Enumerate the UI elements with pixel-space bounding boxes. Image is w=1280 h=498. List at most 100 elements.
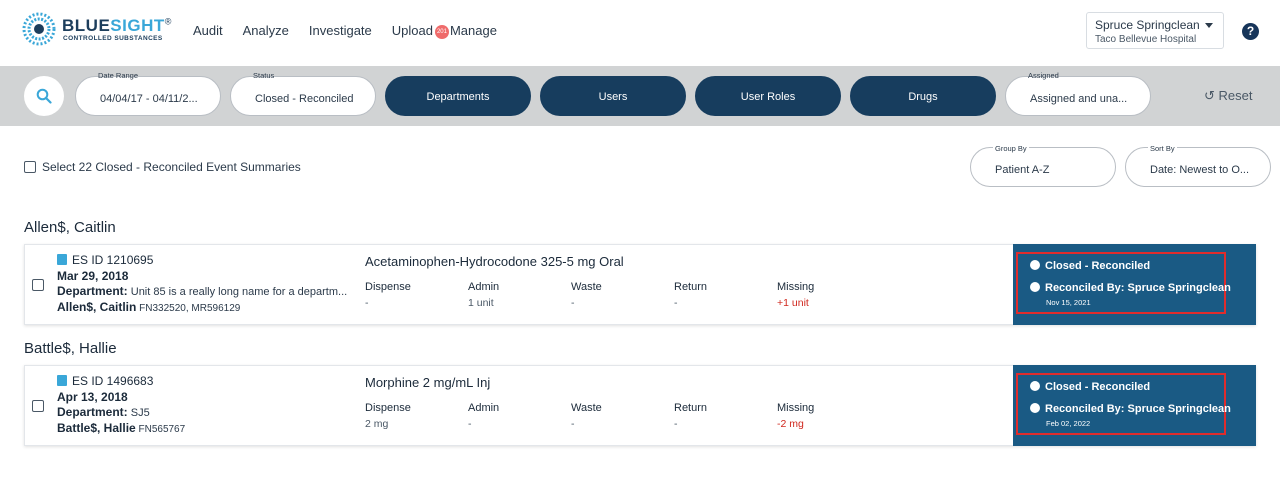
- main-nav: Audit Analyze Investigate Upload 201 Mana…: [193, 23, 517, 41]
- waste-value: -: [571, 297, 575, 309]
- return-value: -: [674, 297, 678, 309]
- chevron-down-icon: [1205, 23, 1213, 28]
- event-summary-card[interactable]: ES ID 1496683 Apr 13, 2018 Department: S…: [24, 365, 1256, 446]
- dispense-value: -: [365, 297, 369, 309]
- waste-column: Waste -: [571, 402, 602, 430]
- status-panel: Closed - Reconciled Reconciled By: Spruc…: [1013, 244, 1256, 325]
- notification-badge: 201: [434, 25, 449, 39]
- search-button[interactable]: [24, 76, 64, 116]
- assigned-value: Assigned and una...: [1030, 93, 1128, 105]
- group-heading: Allen$, Caitlin: [24, 219, 116, 236]
- waste-header: Waste: [571, 281, 602, 293]
- drugs-filter[interactable]: Drugs: [850, 76, 996, 116]
- reconciled-by: Reconciled By: Spruce Springclean: [1030, 282, 1231, 294]
- patient-name: Battle$, Hallie: [57, 421, 136, 435]
- user-roles-label: User Roles: [740, 91, 796, 103]
- logo-icon: [22, 12, 56, 46]
- filter-bar: Date Range 04/04/17 - 04/11/2... Status …: [0, 66, 1280, 126]
- nav-investigate[interactable]: Investigate: [309, 23, 372, 41]
- check-circle-icon: [1030, 260, 1040, 270]
- brand-name: BLUESIGHT®: [62, 16, 172, 35]
- patient: Allen$, Caitlin FN332520, MR596129: [57, 300, 240, 314]
- drug-name: Acetaminophen-Hydrocodone 325-5 mg Oral: [365, 254, 624, 269]
- row-checkbox[interactable]: [32, 279, 44, 291]
- select-all-checkbox[interactable]: [24, 161, 36, 173]
- help-icon[interactable]: ?: [1242, 23, 1259, 40]
- event-date: Apr 13, 2018: [57, 390, 128, 404]
- user-name: Spruce Springclean: [1095, 18, 1200, 32]
- assigned-filter[interactable]: Assigned Assigned and una...: [1005, 71, 1151, 116]
- es-id[interactable]: ES ID 1496683: [57, 374, 153, 388]
- sort-by-dropdown[interactable]: Sort By Date: Newest to O...: [1125, 144, 1271, 187]
- es-id-label: ES ID 1210695: [72, 253, 154, 267]
- return-value: -: [674, 418, 678, 430]
- admin-header: Admin: [468, 402, 500, 414]
- date-range-filter[interactable]: Date Range 04/04/17 - 04/11/2...: [75, 71, 221, 116]
- return-column: Return -: [674, 281, 707, 309]
- admin-value: 1 unit: [468, 297, 494, 309]
- missing-header: Missing: [777, 281, 815, 293]
- es-id-label: ES ID 1496683: [72, 374, 154, 388]
- top-header: BLUESIGHT® CONTROLLED SUBSTANCES Audit A…: [0, 0, 1280, 66]
- admin-value: -: [468, 418, 472, 430]
- admin-header: Admin: [468, 281, 500, 293]
- dispense-column: Dispense 2 mg: [365, 402, 411, 430]
- patient-name: Allen$, Caitlin: [57, 300, 137, 314]
- user-selector[interactable]: Spruce Springclean Taco Bellevue Hospita…: [1086, 12, 1224, 49]
- bluesight-logo[interactable]: BLUESIGHT® CONTROLLED SUBSTANCES: [22, 12, 182, 52]
- hospital-name: Taco Bellevue Hospital: [1095, 34, 1197, 45]
- missing-value: +1 unit: [777, 297, 809, 309]
- group-by-label: Group By: [993, 144, 1029, 153]
- department-value: Unit 85 is a really long name for a depa…: [130, 286, 348, 298]
- group-by-dropdown[interactable]: Group By Patient A-Z: [970, 144, 1116, 187]
- row-checkbox[interactable]: [32, 400, 44, 412]
- missing-header: Missing: [777, 402, 815, 414]
- nav-analyze[interactable]: Analyze: [243, 23, 289, 41]
- document-icon: [57, 375, 67, 386]
- waste-column: Waste -: [571, 281, 602, 309]
- group-by-value: Patient A-Z: [995, 164, 1050, 176]
- waste-header: Waste: [571, 402, 602, 414]
- users-filter[interactable]: Users: [540, 76, 686, 116]
- nav-upload[interactable]: Upload 201: [392, 23, 450, 41]
- nav-audit[interactable]: Audit: [193, 23, 223, 41]
- patient-ids: FN332520, MR596129: [139, 303, 241, 314]
- drug-name: Morphine 2 mg/mL Inj: [365, 375, 491, 390]
- event-summary-card[interactable]: ES ID 1210695 Mar 29, 2018 Department: U…: [24, 244, 1256, 325]
- brand-subtitle: CONTROLLED SUBSTANCES: [63, 35, 163, 42]
- event-date: Mar 29, 2018: [57, 269, 129, 283]
- departments-filter[interactable]: Departments: [385, 76, 531, 116]
- patient: Battle$, Hallie FN565767: [57, 421, 185, 435]
- waste-value: -: [571, 418, 575, 430]
- dispense-column: Dispense -: [365, 281, 411, 309]
- status-value: Closed - Reconciled: [255, 93, 354, 105]
- drugs-label: Drugs: [908, 91, 938, 103]
- status-label: Closed - Reconciled: [1045, 260, 1151, 272]
- es-id[interactable]: ES ID 1210695: [57, 253, 153, 267]
- return-header: Return: [674, 281, 708, 293]
- return-column: Return -: [674, 402, 707, 430]
- reconciled-date: Nov 15, 2021: [1046, 298, 1091, 307]
- reconciled-by-label: Reconciled By: Spruce Springclean: [1045, 403, 1231, 415]
- check-circle-icon: [1030, 381, 1040, 391]
- document-icon: [57, 254, 67, 265]
- reset-button[interactable]: ↺ Reset: [1204, 88, 1253, 104]
- sort-by-label: Sort By: [1148, 144, 1177, 153]
- user-roles-filter[interactable]: User Roles: [695, 76, 841, 116]
- status-label: Status: [253, 71, 275, 80]
- nav-manage[interactable]: Manage: [450, 23, 497, 41]
- departments-label: Departments: [426, 91, 490, 103]
- group-heading: Battle$, Hallie: [24, 340, 117, 357]
- select-all-label: Select 22 Closed - Reconciled Event Summ…: [42, 160, 301, 174]
- assigned-label: Assigned: [1028, 71, 1059, 80]
- patient-ids: FN565767: [138, 424, 186, 435]
- missing-value: -2 mg: [777, 418, 804, 430]
- status-label: Closed - Reconciled: [1045, 381, 1151, 393]
- status-filter[interactable]: Status Closed - Reconciled: [230, 71, 376, 116]
- department-value: SJ5: [130, 407, 150, 419]
- dispense-header: Dispense: [365, 402, 411, 414]
- sort-by-value: Date: Newest to O...: [1150, 164, 1250, 176]
- status-panel: Closed - Reconciled Reconciled By: Spruc…: [1013, 365, 1256, 446]
- status-highlight: Closed - Reconciled Reconciled By: Spruc…: [1016, 373, 1231, 435]
- status-text: Closed - Reconciled: [1030, 381, 1150, 393]
